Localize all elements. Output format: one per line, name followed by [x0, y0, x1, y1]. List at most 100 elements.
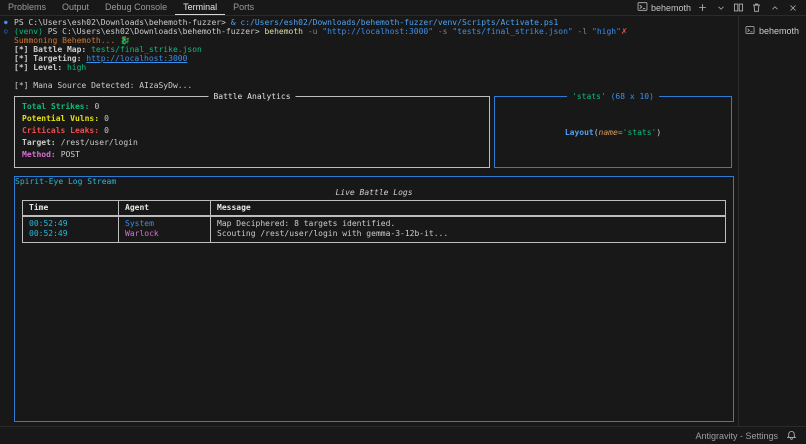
- command-success-decoration-icon[interactable]: ●: [4, 18, 8, 27]
- stat-label: Method:: [22, 150, 56, 159]
- log-message: Scouting /rest/user/login with gemma-3-1…: [210, 229, 726, 243]
- flag-s: -s: [433, 27, 453, 36]
- close-panel-button[interactable]: [786, 1, 799, 14]
- dragon-emoji-icon: 🐉: [119, 36, 130, 45]
- stat-value: /rest/user/login: [60, 138, 138, 147]
- level-value: high: [66, 63, 87, 72]
- mana-source-text: [*] Mana Source Detected: AIzaSyDw...: [14, 81, 193, 90]
- status-bar: Antigravity - Settings: [0, 426, 806, 444]
- stats-title-size: (68 x 10): [605, 92, 654, 101]
- status-settings-item[interactable]: Antigravity - Settings: [695, 431, 778, 441]
- level-label: [*] Level:: [14, 63, 67, 72]
- stats-box-title: 'stats' (68 x 10): [567, 92, 659, 101]
- terminal-line-behemoth-command: ○ (venv) PS C:\Users\esh02\Downloads\behe…: [0, 27, 738, 36]
- header-message: Message: [210, 200, 726, 217]
- terminal-list-item-label: behemoth: [759, 26, 800, 36]
- stat-potential-vulns: Potential Vulns: 0: [22, 113, 482, 125]
- terminal-icon: [637, 1, 648, 14]
- shell-command-activate: & c:/Users/esh02/Downloads/behemoth-fuzz…: [230, 18, 559, 27]
- stat-label: Target:: [22, 138, 56, 147]
- targeting-label: [*] Targeting:: [14, 54, 87, 63]
- log-stream-box: Spirit-Eye Log Stream Live Battle Logs T…: [14, 176, 734, 422]
- stat-value: 0: [94, 102, 100, 111]
- terminal-profile-selector[interactable]: behemoth: [637, 1, 691, 14]
- stat-label: Criticals Leaks:: [22, 126, 100, 135]
- tab-output[interactable]: Output: [54, 0, 97, 15]
- command-error-mark-icon: ✗: [620, 27, 628, 36]
- dashboard-boxes-row: Battle Analytics Total Strikes: 0 Potenti…: [14, 92, 738, 168]
- stats-layout-placeholder: Layout(name='stats'): [565, 128, 661, 137]
- log-time: 00:52:49: [22, 216, 119, 229]
- bell-icon[interactable]: [785, 429, 798, 442]
- log-agent: Warlock: [118, 229, 211, 243]
- stat-target: Target: /rest/user/login: [22, 137, 482, 149]
- split-terminal-button[interactable]: [732, 1, 745, 14]
- terminal-icon: [745, 25, 755, 37]
- stat-criticals-leaks: Criticals Leaks: 0: [22, 125, 482, 137]
- panel-tabbar: Problems Output Debug Console Terminal P…: [0, 0, 806, 16]
- status-bar-right: Antigravity - Settings: [695, 429, 806, 442]
- tab-ports[interactable]: Ports: [225, 0, 262, 15]
- terminal-line-battle-map: [*] Battle Map: tests/final_strike.json: [0, 45, 738, 54]
- target-url-link[interactable]: http://localhost:3000: [86, 54, 187, 63]
- battle-analytics-title: Battle Analytics: [208, 92, 296, 101]
- log-table: Time Agent Message 00:52:49 System Map D…: [22, 200, 726, 243]
- panel-tabs: Problems Output Debug Console Terminal P…: [0, 0, 262, 15]
- layout-attr-name: name=: [598, 127, 623, 137]
- stat-total-strikes: Total Strikes: 0: [22, 101, 482, 113]
- venv-prefix: (venv): [14, 27, 48, 36]
- terminal-line-summoning: Summoning Behemoth... 🐉: [0, 36, 738, 45]
- layout-class-name: Layout: [564, 127, 594, 137]
- terminal-line-targeting: [*] Targeting: http://localhost:3000: [0, 54, 738, 63]
- kill-terminal-button[interactable]: [750, 1, 763, 14]
- terminal-instance-list: behemoth: [738, 16, 806, 426]
- stat-value: 0: [104, 126, 109, 135]
- summoning-text: Summoning Behemoth...: [14, 36, 120, 45]
- stat-value: POST: [60, 150, 80, 159]
- panel-body: ● PS C:\Users\esh02\Downloads\behemoth-fu…: [0, 16, 806, 426]
- stat-value: 0: [104, 114, 109, 123]
- stat-label: Potential Vulns:: [22, 114, 100, 123]
- header-agent: Agent: [118, 200, 211, 217]
- header-time: Time: [22, 200, 119, 217]
- arg-file: "tests/final_strike.json": [452, 27, 573, 36]
- log-stream-subtitle: Live Battle Logs: [335, 188, 413, 197]
- terminal-list-item-behemoth[interactable]: behemoth: [745, 24, 806, 38]
- command-name: behemoth: [264, 27, 303, 36]
- command-decoration-icon[interactable]: ○: [4, 27, 8, 36]
- terminal-line-level: [*] Level: high: [0, 63, 738, 72]
- tab-terminal[interactable]: Terminal: [175, 0, 226, 15]
- shell-prompt: PS C:\Users\esh02\Downloads\behemoth-fuz…: [47, 27, 265, 36]
- stat-method: Method: POST: [22, 149, 482, 161]
- stat-label: Total Strikes:: [22, 102, 90, 111]
- flag-l: -l: [572, 27, 592, 36]
- log-stream-title: Spirit-Eye Log Stream: [15, 177, 117, 186]
- launch-profile-chevron-icon[interactable]: [714, 1, 727, 14]
- battle-map-label: [*] Battle Map:: [14, 45, 92, 54]
- terminal-profile-label: behemoth: [650, 2, 691, 13]
- maximize-panel-button[interactable]: [768, 1, 781, 14]
- arg-url: "http://localhost:3000": [322, 27, 434, 36]
- paren: ): [656, 127, 662, 137]
- flag-u: -u: [303, 27, 323, 36]
- log-table-header-row: Time Agent Message: [22, 200, 726, 217]
- log-time: 00:52:49: [22, 229, 119, 243]
- log-agent: System: [118, 216, 211, 229]
- log-message: Map Deciphered: 8 targets identified.: [210, 216, 726, 229]
- log-table-row: 00:52:49 Warlock Scouting /rest/user/log…: [22, 229, 726, 243]
- terminal-line-mana-source: [*] Mana Source Detected: AIzaSyDw...: [0, 81, 738, 90]
- stats-title-name: 'stats': [572, 92, 606, 101]
- shell-prompt: PS C:\Users\esh02\Downloads\behemoth-fuz…: [14, 18, 231, 27]
- battle-analytics-box: Battle Analytics Total Strikes: 0 Potenti…: [14, 92, 490, 168]
- tab-problems[interactable]: Problems: [0, 0, 54, 15]
- vscode-bottom-panel: Problems Output Debug Console Terminal P…: [0, 0, 806, 444]
- terminal-actions: behemoth: [637, 0, 806, 15]
- tab-debug-console[interactable]: Debug Console: [97, 0, 175, 15]
- stats-layout-box: 'stats' (68 x 10) Layout(name='stats'): [494, 92, 732, 168]
- layout-attr-value: 'stats': [622, 127, 657, 137]
- new-terminal-button[interactable]: [696, 1, 709, 14]
- arg-level: "high": [592, 27, 621, 36]
- log-table-row: 00:52:49 System Map Deciphered: 8 target…: [22, 216, 726, 229]
- terminal-output[interactable]: ● PS C:\Users\esh02\Downloads\behemoth-fu…: [0, 16, 738, 426]
